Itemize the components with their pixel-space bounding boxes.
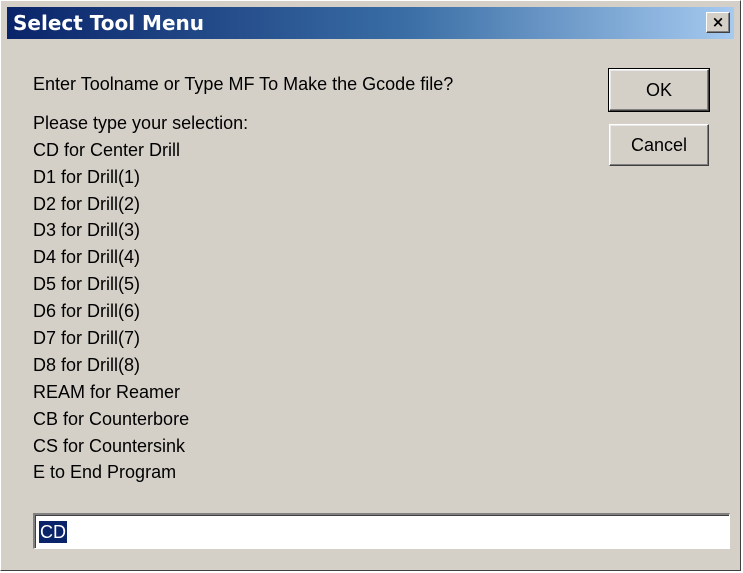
option-line: D1 for Drill(1) — [33, 166, 141, 187]
option-line: D4 for Drill(4) — [33, 247, 141, 268]
option-line: E to End Program — [33, 462, 177, 483]
ok-button[interactable]: OK — [608, 68, 710, 112]
option-line: CS for Countersink — [33, 435, 186, 456]
prompt-question: Enter Toolname or Type MF To Make the Gc… — [33, 74, 454, 94]
tool-input-field[interactable]: CD — [33, 513, 730, 549]
close-button[interactable]: × — [706, 12, 730, 33]
cancel-button[interactable]: Cancel — [609, 124, 709, 166]
select-tool-dialog: Select Tool Menu × Enter Toolname or Typ… — [0, 0, 741, 571]
option-line: D6 for Drill(6) — [33, 301, 141, 322]
option-line: D7 for Drill(7) — [33, 328, 141, 349]
option-line: REAM for Reamer — [33, 381, 181, 402]
option-line: CB for Counterbore — [33, 408, 190, 429]
close-icon: × — [711, 13, 725, 31]
prompt-instruction: Please type your selection: — [33, 112, 249, 133]
option-line: D8 for Drill(8) — [33, 354, 141, 375]
option-line: D2 for Drill(2) — [33, 193, 141, 214]
prompt-text: Enter Toolname or Type MF To Make the Gc… — [33, 71, 593, 486]
option-line: CD for Center Drill — [33, 139, 181, 160]
option-line: D5 for Drill(5) — [33, 274, 141, 295]
window-title: Select Tool Menu — [13, 11, 204, 35]
title-bar[interactable]: Select Tool Menu × — [7, 7, 734, 39]
input-selected-text: CD — [39, 520, 67, 543]
option-line: D3 for Drill(3) — [33, 220, 141, 241]
